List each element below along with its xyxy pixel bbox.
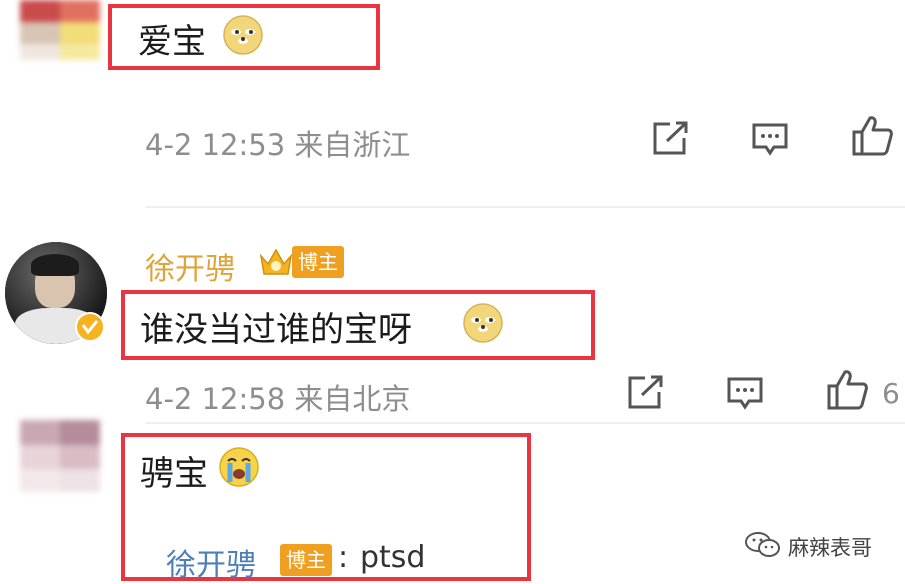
- comment-timestamp: 4-2 12:53 来自浙江: [145, 128, 411, 162]
- blogger-badge: 博主: [280, 544, 332, 576]
- reply-separator: :: [338, 540, 349, 575]
- crying-emoji-icon: [219, 447, 259, 487]
- comment-text: 骋宝: [140, 454, 208, 494]
- comment-username[interactable]: 徐开骋: [145, 244, 235, 288]
- like-icon[interactable]: [850, 114, 894, 158]
- watermark-text: 麻辣表哥: [788, 536, 872, 560]
- like-icon[interactable]: [825, 368, 869, 412]
- comment-text: 谁没当过谁的宝呀: [140, 310, 412, 350]
- comment-text: 爱宝: [138, 22, 206, 62]
- comment-icon[interactable]: [750, 120, 790, 158]
- like-count: 6: [882, 377, 900, 410]
- divider: [145, 422, 905, 424]
- avatar-blurred[interactable]: [10, 420, 110, 492]
- doge-emoji-icon: [223, 15, 263, 55]
- verified-icon: [75, 312, 105, 342]
- reply-username[interactable]: 徐开骋: [166, 540, 256, 584]
- share-icon[interactable]: [625, 374, 665, 412]
- wechat-icon: [745, 532, 780, 557]
- crown-icon: [259, 248, 293, 275]
- avatar-blurred[interactable]: [0, 0, 105, 60]
- comment-timestamp: 4-2 12:58 来自北京: [145, 382, 411, 416]
- divider: [145, 206, 905, 208]
- reply-text: ptsd: [360, 540, 426, 575]
- share-icon[interactable]: [650, 120, 690, 158]
- comment-icon[interactable]: [725, 374, 765, 412]
- blogger-badge: 博主: [292, 246, 344, 278]
- doge-emoji-icon: [463, 303, 503, 343]
